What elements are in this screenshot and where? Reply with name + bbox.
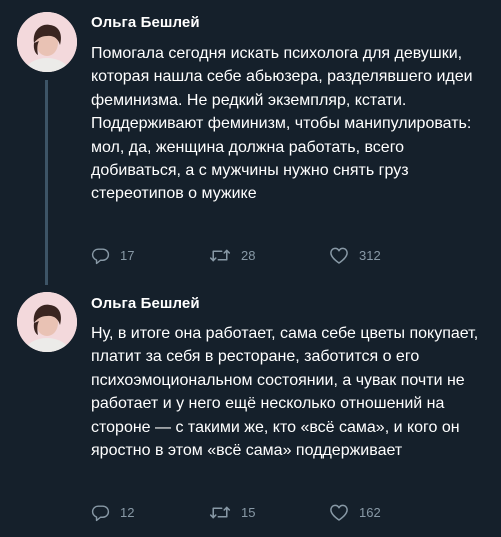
reply-count: 12 [120, 504, 135, 520]
reply-button[interactable]: 17 [91, 244, 134, 266]
author-name[interactable]: Ольга Бешлей [91, 295, 200, 312]
reply-icon [91, 246, 110, 265]
retweet-button[interactable]: 28 [209, 244, 255, 266]
tweet-actions: 17 28 312 [91, 244, 471, 266]
like-icon [329, 246, 349, 265]
retweet-button[interactable]: 15 [209, 501, 255, 523]
like-button[interactable]: 162 [329, 501, 381, 523]
tweet-actions: 12 15 162 [91, 501, 471, 523]
author-name[interactable]: Ольга Бешлей [91, 14, 200, 31]
reply-button[interactable]: 12 [91, 501, 134, 523]
reply-icon [91, 503, 110, 522]
thread-connector-line [45, 80, 48, 285]
retweet-icon [209, 503, 231, 522]
like-button[interactable]: 312 [329, 244, 381, 266]
avatar[interactable] [17, 292, 77, 352]
avatar[interactable] [17, 12, 77, 72]
tweet-text: Ну, в итоге она работает, сама себе цвет… [91, 325, 479, 460]
retweet-icon [209, 246, 231, 265]
reply-count: 17 [120, 247, 135, 263]
retweet-count: 28 [241, 247, 256, 263]
like-count: 162 [359, 504, 381, 520]
like-icon [329, 503, 349, 522]
like-count: 312 [359, 247, 381, 263]
tweet-text: Помогала сегодня искать психолога для де… [91, 45, 473, 203]
retweet-count: 15 [241, 504, 256, 520]
